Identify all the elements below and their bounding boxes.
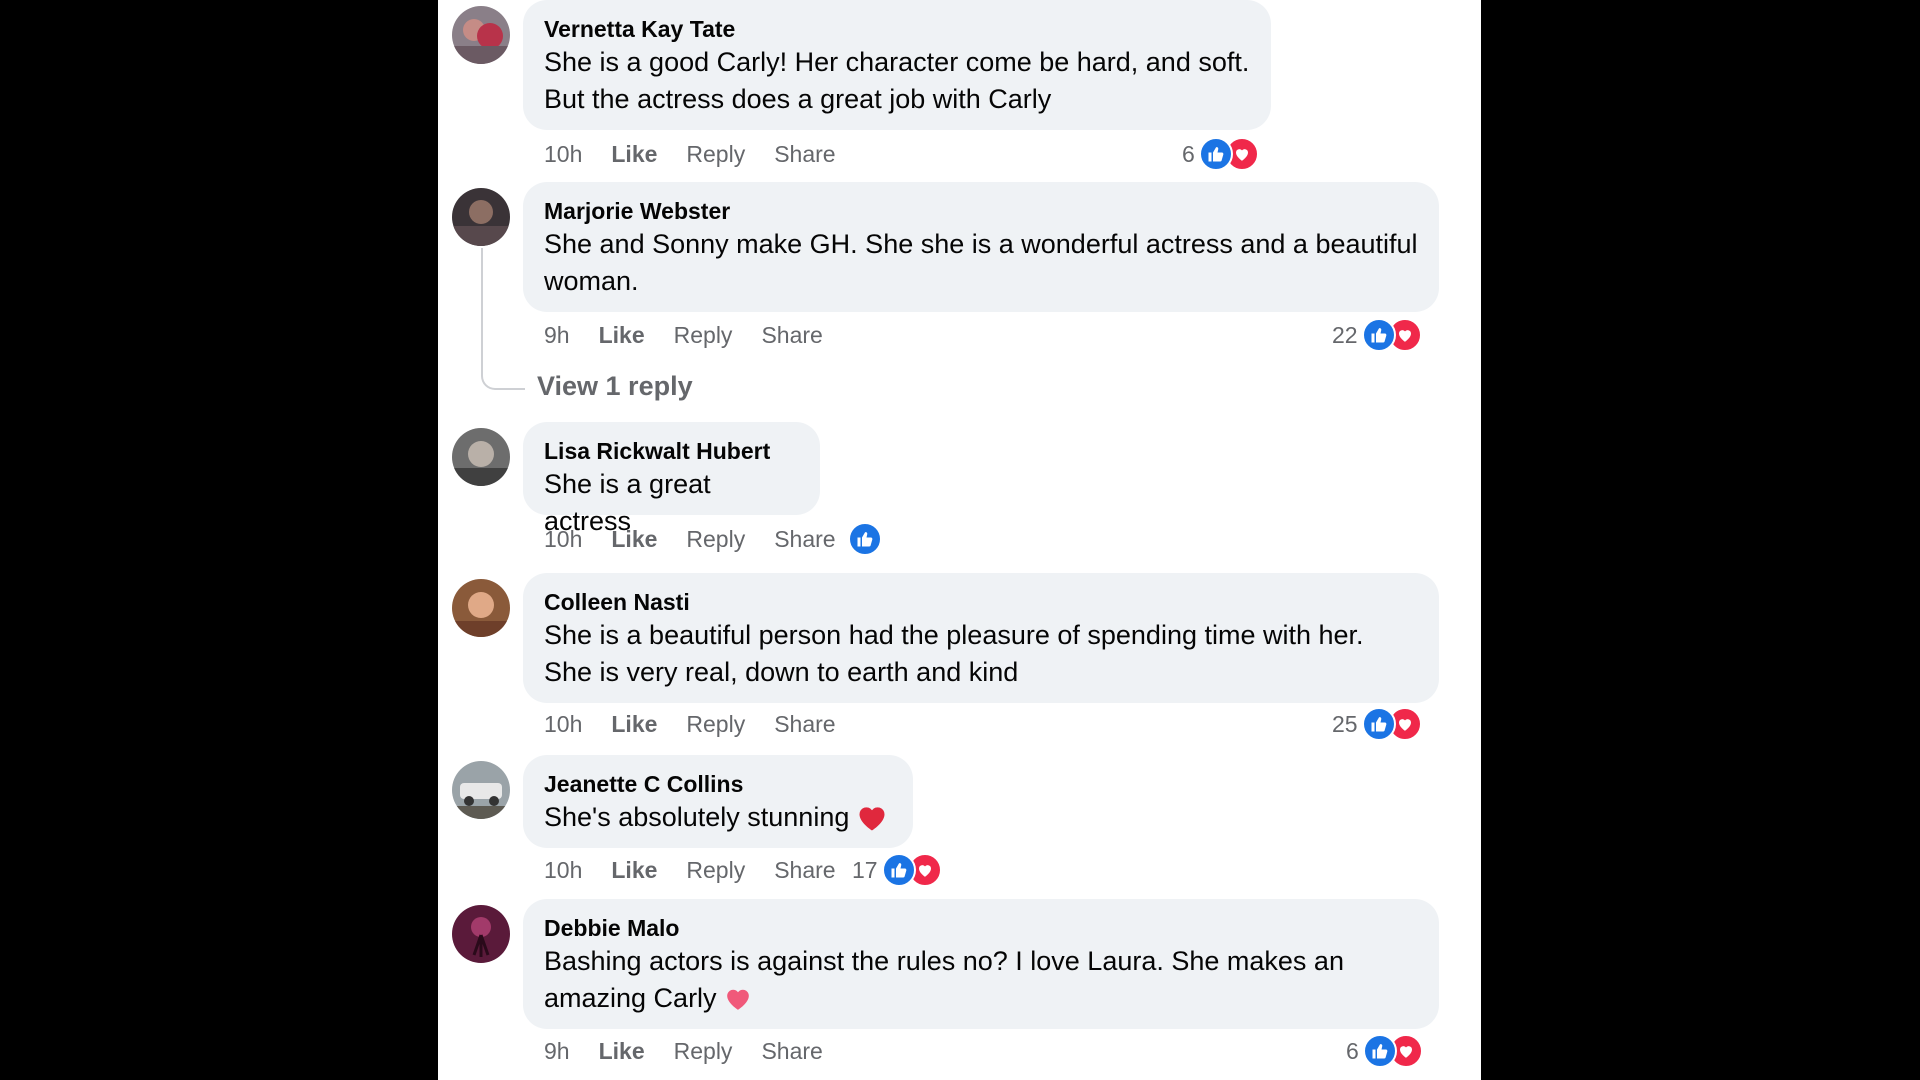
comment-bubble: Debbie Malo Bashing actors is against th… bbox=[523, 899, 1439, 1029]
like-link[interactable]: Like bbox=[599, 1038, 645, 1065]
view-replies-link[interactable]: View 1 reply bbox=[537, 368, 693, 404]
like-link[interactable]: Like bbox=[611, 857, 657, 884]
comment-timestamp[interactable]: 10h bbox=[544, 526, 582, 553]
comment-timestamp[interactable]: 10h bbox=[544, 711, 582, 738]
comment-author[interactable]: Jeanette C Collins bbox=[544, 769, 893, 799]
like-icon bbox=[848, 522, 882, 556]
thread-connector bbox=[481, 248, 525, 390]
comment-author[interactable]: Colleen Nasti bbox=[544, 587, 1419, 617]
comment-author[interactable]: Vernetta Kay Tate bbox=[544, 14, 1251, 44]
comment-actions: 10h Like Reply Share bbox=[544, 853, 865, 887]
comment-text-line: But the actress does a great job with Ca… bbox=[544, 84, 1052, 114]
like-link[interactable]: Like bbox=[611, 711, 657, 738]
avatar[interactable] bbox=[452, 6, 510, 64]
comment-actions: 9h Like Reply Share bbox=[544, 318, 852, 352]
comment-actions: 10h Like Reply Share bbox=[544, 137, 865, 171]
comment-actions: 10h Like Reply Share bbox=[544, 522, 865, 556]
comment-timestamp[interactable]: 10h bbox=[544, 857, 582, 884]
share-link[interactable]: Share bbox=[761, 1038, 822, 1065]
comment-actions: 9h Like Reply Share bbox=[544, 1034, 852, 1068]
reply-link[interactable]: Reply bbox=[686, 711, 745, 738]
comments-panel: Vernetta Kay Tate She is a good Carly! H… bbox=[438, 0, 1481, 1080]
comment-text-line: amazing Carly bbox=[544, 980, 1419, 1017]
avatar[interactable] bbox=[452, 428, 510, 486]
comment-bubble: Colleen Nasti She is a beautiful person … bbox=[523, 573, 1439, 703]
like-icon bbox=[1361, 707, 1396, 741]
reaction-count: 25 bbox=[1332, 710, 1358, 737]
comment-text-line: She is a good Carly! Her character come … bbox=[544, 47, 1250, 77]
comment-text-line: Bashing actors is against the rules no? … bbox=[544, 946, 1344, 976]
reaction-count: 6 bbox=[1182, 140, 1195, 167]
reply-link[interactable]: Reply bbox=[674, 1038, 733, 1065]
avatar[interactable] bbox=[452, 188, 510, 246]
reaction-count: 17 bbox=[852, 856, 878, 883]
comment-text-line: woman. bbox=[544, 266, 639, 296]
share-link[interactable]: Share bbox=[774, 141, 835, 168]
reply-link[interactable]: Reply bbox=[686, 857, 745, 884]
comment-bubble: Jeanette C Collins She's absolutely stun… bbox=[523, 755, 913, 848]
reaction-summary[interactable]: 25 bbox=[1332, 707, 1422, 741]
like-icon bbox=[1362, 1034, 1397, 1068]
reaction-summary[interactable]: 22 bbox=[1332, 318, 1422, 352]
pink-heart-emoji-icon bbox=[725, 987, 751, 1011]
comment-text: She's absolutely stunning bbox=[544, 802, 850, 832]
comment-timestamp[interactable]: 9h bbox=[544, 1038, 570, 1065]
comment-author[interactable]: Marjorie Webster bbox=[544, 196, 1419, 226]
like-icon bbox=[881, 853, 916, 887]
avatar[interactable] bbox=[452, 761, 510, 819]
heart-emoji-icon bbox=[857, 804, 887, 832]
reaction-summary[interactable]: 6 bbox=[1346, 1034, 1423, 1068]
like-link[interactable]: Like bbox=[599, 322, 645, 349]
comment-text-line: She is very real, down to earth and kind bbox=[544, 657, 1019, 687]
comment-bubble: Marjorie Webster She and Sonny make GH. … bbox=[523, 182, 1439, 312]
comment-text-line: She's absolutely stunning bbox=[544, 799, 893, 836]
share-link[interactable]: Share bbox=[774, 857, 835, 884]
comment-timestamp[interactable]: 9h bbox=[544, 322, 570, 349]
avatar[interactable] bbox=[452, 579, 510, 637]
comment-author[interactable]: Lisa Rickwalt Hubert bbox=[544, 436, 800, 466]
reaction-count: 6 bbox=[1346, 1037, 1359, 1064]
reaction-summary[interactable] bbox=[848, 522, 882, 556]
reaction-summary[interactable]: 17 bbox=[852, 853, 942, 887]
comment-bubble: Vernetta Kay Tate She is a good Carly! H… bbox=[523, 0, 1271, 130]
comment-bubble: Lisa Rickwalt Hubert She is a great actr… bbox=[523, 422, 820, 536]
reaction-summary[interactable]: 6 bbox=[1182, 137, 1259, 171]
reaction-count: 22 bbox=[1332, 321, 1358, 348]
comment-text-line: She and Sonny make GH. She she is a wond… bbox=[544, 229, 1418, 259]
share-link[interactable]: Share bbox=[774, 711, 835, 738]
share-link[interactable]: Share bbox=[761, 322, 822, 349]
reply-link[interactable]: Reply bbox=[686, 526, 745, 553]
like-icon bbox=[1198, 137, 1233, 171]
comment-actions: 10h Like Reply Share bbox=[544, 707, 865, 741]
like-icon bbox=[1361, 318, 1396, 352]
comment-timestamp[interactable]: 10h bbox=[544, 141, 582, 168]
comment-text: amazing Carly bbox=[544, 983, 717, 1013]
comment-text-line: She is a beautiful person had the pleasu… bbox=[544, 620, 1364, 650]
avatar[interactable] bbox=[452, 905, 510, 963]
comment-author[interactable]: Debbie Malo bbox=[544, 913, 1419, 943]
like-link[interactable]: Like bbox=[611, 141, 657, 168]
like-link[interactable]: Like bbox=[611, 526, 657, 553]
reply-link[interactable]: Reply bbox=[686, 141, 745, 168]
share-link[interactable]: Share bbox=[774, 526, 835, 553]
reply-link[interactable]: Reply bbox=[674, 322, 733, 349]
